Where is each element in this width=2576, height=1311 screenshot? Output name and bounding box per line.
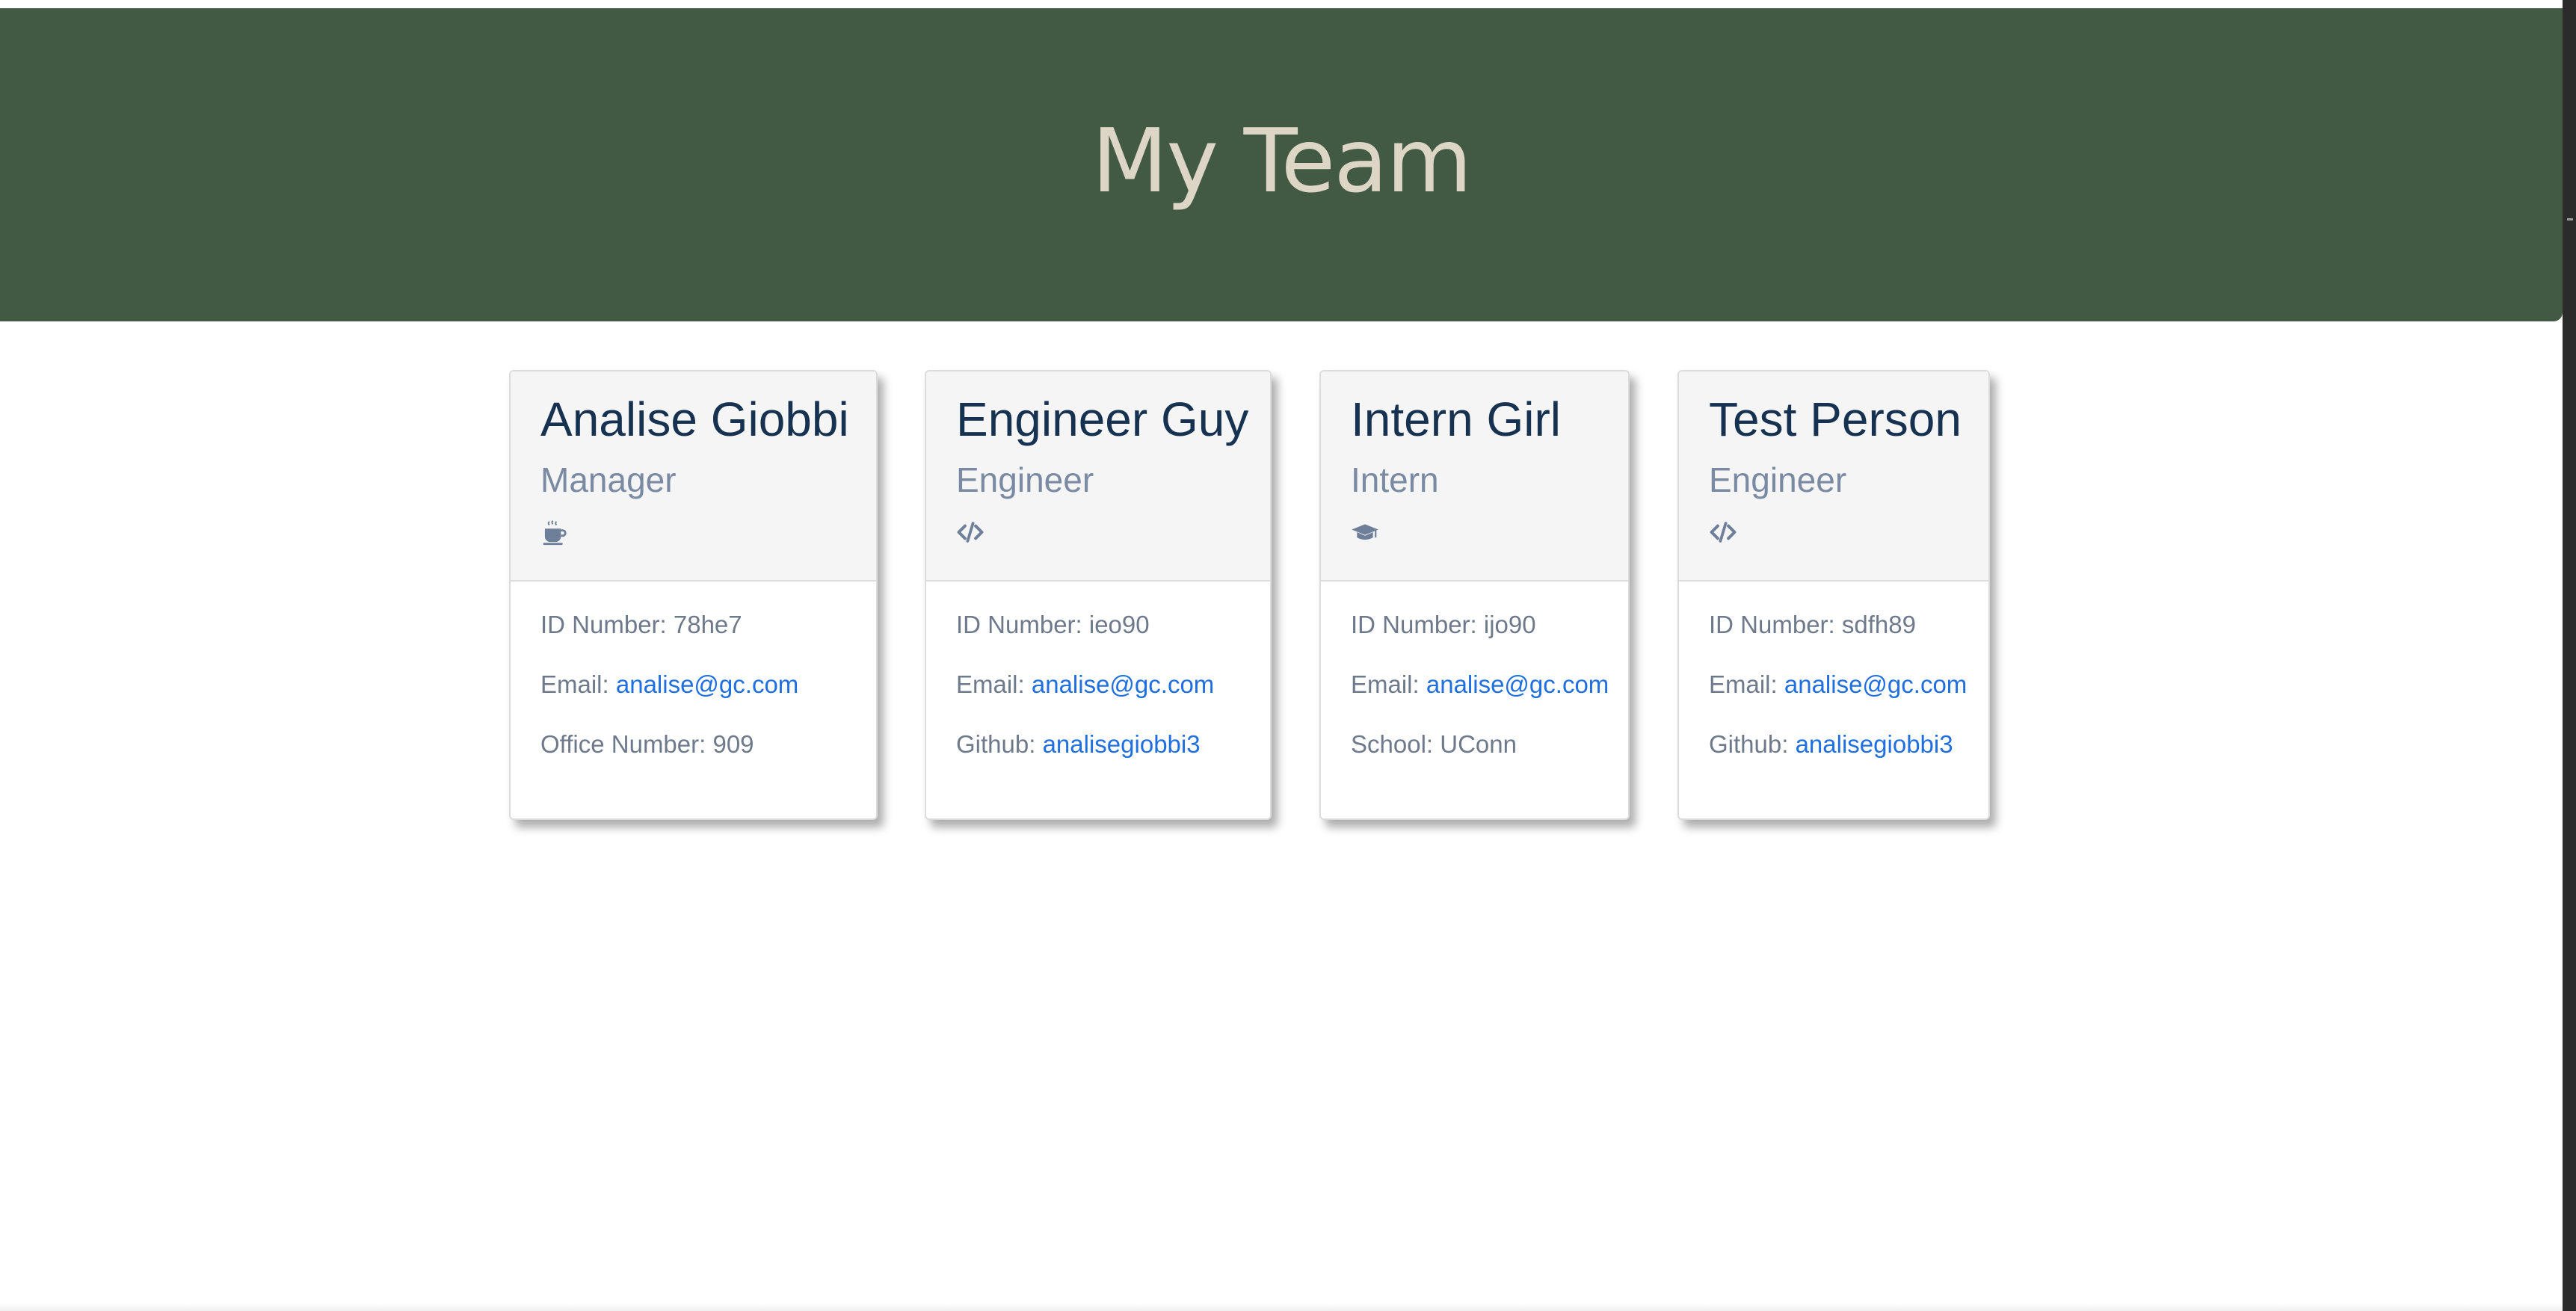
id-number: ID Number: 78he7	[540, 611, 742, 638]
id-number: ID Number: ieo90	[956, 611, 1150, 638]
team-card-manager: Analise Giobbi Manager ID Number: 78he7 …	[509, 370, 878, 820]
code-icon	[957, 522, 984, 543]
graduation-cap-icon	[1352, 524, 1378, 540]
card-header: Intern Girl Intern	[1321, 371, 1628, 582]
code-icon	[1710, 522, 1737, 543]
coffee-icon	[543, 519, 567, 546]
id-number: ID Number: sdfh89	[1709, 611, 1916, 638]
email-link[interactable]: analise@gc.com	[1426, 670, 1609, 698]
page-bottom-edge	[0, 1304, 2563, 1311]
page-title: My Team	[1091, 108, 1472, 212]
card-header: Test Person Engineer	[1679, 371, 1988, 582]
id-number: ID Number: ijo90	[1351, 611, 1536, 638]
card-body: ID Number: sdfh89 Email: analise@gc.com …	[1679, 582, 1988, 759]
employee-name: Engineer Guy	[956, 392, 1249, 446]
card-body: ID Number: ieo90 Email: analise@gc.com G…	[926, 582, 1270, 759]
team-card-intern: Intern Girl Intern ID Number: ijo90 Emai…	[1319, 370, 1630, 820]
school: School: UConn	[1351, 730, 1517, 758]
edge-tick	[2567, 218, 2573, 220]
github: Github: analisegiobbi3	[956, 730, 1201, 758]
employee-role: Engineer	[1709, 460, 1847, 499]
employee-role: Intern	[1351, 460, 1439, 499]
card-header: Engineer Guy Engineer	[926, 371, 1270, 582]
github: Github: analisegiobbi3	[1709, 730, 1953, 758]
email: Email: analise@gc.com	[1351, 670, 1609, 698]
page-viewport: My Team Analise Giobbi Manager ID Number…	[0, 0, 2563, 1311]
email: Email: analise@gc.com	[956, 670, 1215, 698]
card-header: Analise Giobbi Manager	[511, 371, 876, 582]
card-body: ID Number: ijo90 Email: analise@gc.com S…	[1321, 582, 1628, 759]
employee-role: Engineer	[956, 460, 1094, 499]
github-link[interactable]: analisegiobbi3	[1043, 730, 1201, 758]
office-number: Office Number: 909	[540, 730, 754, 758]
team-card-engineer: Test Person Engineer ID Number: sdfh89 E…	[1677, 370, 1990, 820]
employee-name: Intern Girl	[1351, 392, 1561, 446]
email-link[interactable]: analise@gc.com	[1032, 670, 1214, 698]
email: Email: analise@gc.com	[1709, 670, 1968, 698]
team-card-engineer: Engineer Guy Engineer ID Number: ieo90 E…	[925, 370, 1272, 820]
github-link[interactable]: analisegiobbi3	[1796, 730, 1953, 758]
employee-name: Analise Giobbi	[540, 392, 849, 446]
card-body: ID Number: 78he7 Email: analise@gc.com O…	[511, 582, 876, 759]
employee-name: Test Person	[1709, 392, 1962, 446]
email-link[interactable]: analise@gc.com	[1784, 670, 1967, 698]
page-header: My Team	[0, 8, 2563, 321]
employee-role: Manager	[540, 460, 677, 499]
window-right-edge	[2563, 0, 2576, 1311]
email-link[interactable]: analise@gc.com	[616, 670, 798, 698]
email: Email: analise@gc.com	[540, 670, 799, 698]
